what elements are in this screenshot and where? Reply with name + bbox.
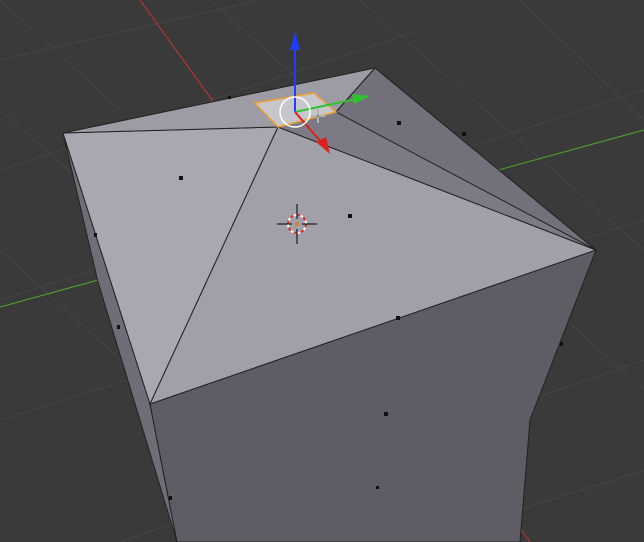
viewport-canvas[interactable]	[0, 0, 644, 542]
mesh-object[interactable]	[62, 67, 598, 542]
gizmo-z-arrow[interactable]	[290, 32, 300, 50]
3d-viewport[interactable]	[0, 0, 644, 542]
